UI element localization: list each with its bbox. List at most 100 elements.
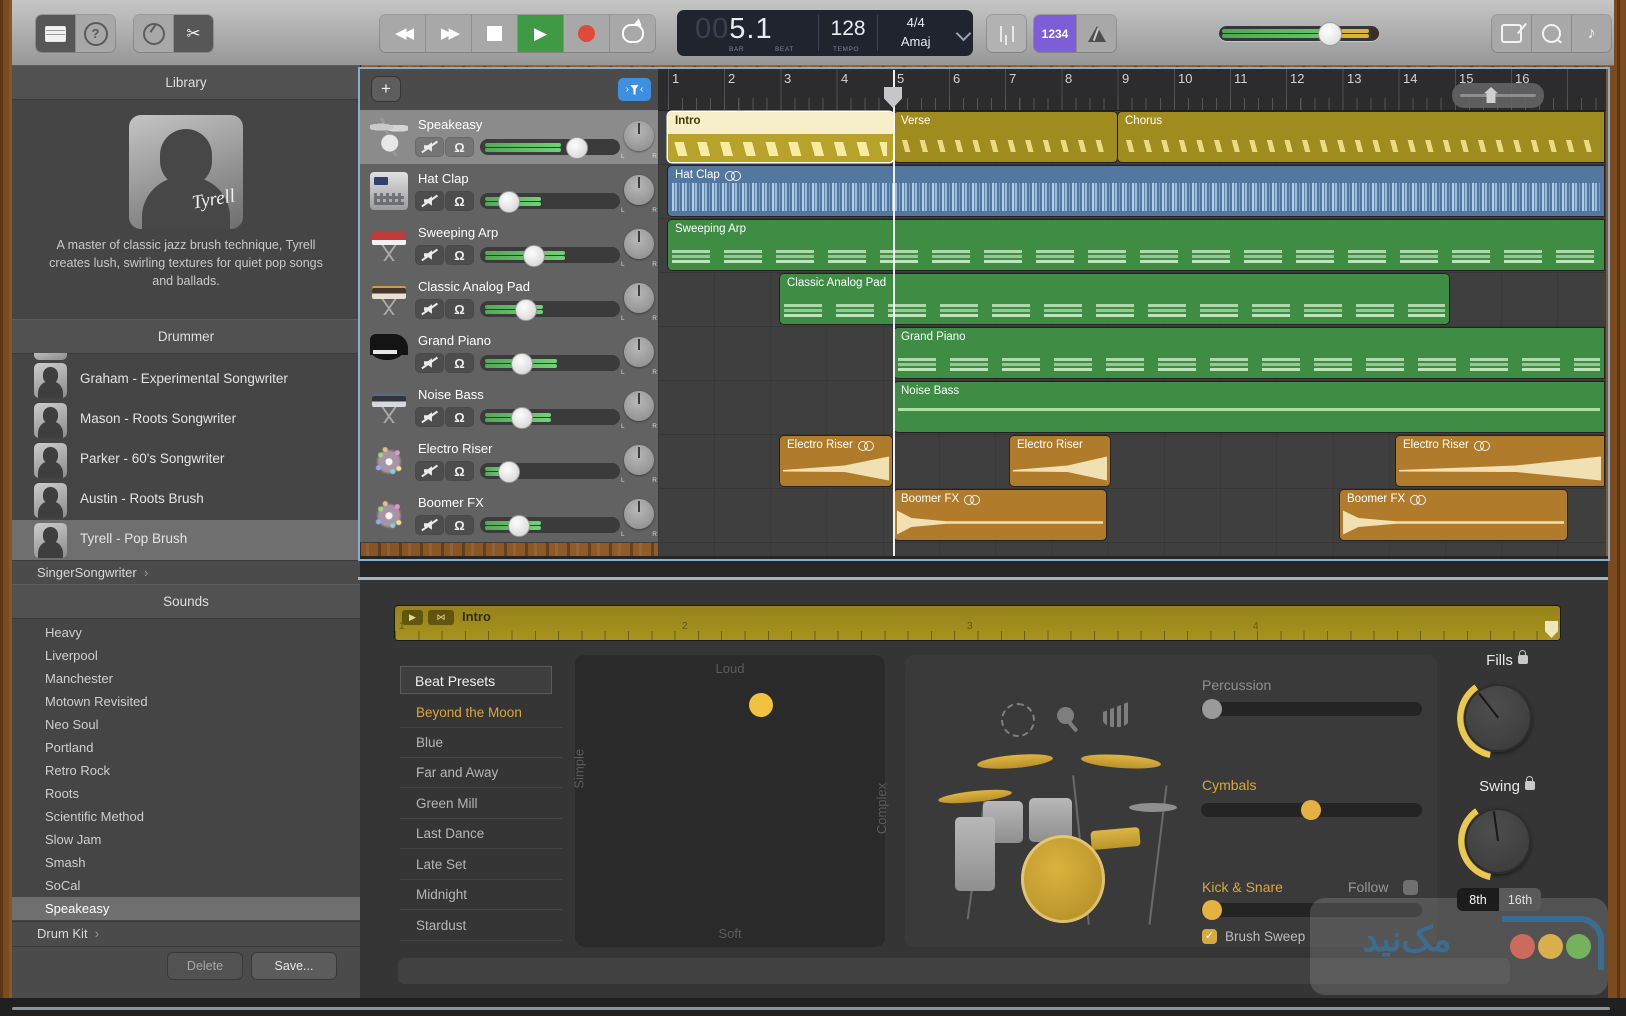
monitor-button[interactable]: Ω [446,462,473,480]
volume-knob[interactable] [508,515,530,537]
editor-button[interactable]: ✂ [174,15,213,52]
sound-item[interactable]: Scientific Method [12,805,360,828]
sound-item[interactable]: Neo Soul [12,713,360,736]
swing-knob[interactable] [1465,808,1531,874]
volume-knob[interactable] [515,299,537,321]
region-end-marker[interactable] [1545,621,1558,638]
track-header-hat-clap[interactable]: Hat Clap Ω LR [360,164,658,219]
count-in-button[interactable]: 1234 [1034,15,1077,52]
pan-knob[interactable]: LR [621,229,657,268]
add-track-button[interactable]: + [372,77,400,101]
rate-16th-button[interactable]: 16th [1499,888,1541,911]
region-verse[interactable]: Verse [894,112,1117,162]
sound-item[interactable]: Retro Rock [12,759,360,782]
sound-item-selected[interactable]: Speakeasy [12,897,360,920]
monitor-button[interactable]: Ω [446,138,473,156]
media-browser-button[interactable]: ♪ [1572,15,1611,52]
monitor-button[interactable]: Ω [446,354,473,372]
volume-slider[interactable] [480,515,620,537]
monitor-button[interactable]: Ω [446,246,473,264]
region-boomer-fx-1[interactable]: Boomer FX [894,490,1106,540]
volume-slider[interactable] [480,461,620,483]
catch-playhead-button[interactable]: › ‹ [618,78,651,101]
track-header-speakeasy[interactable]: Speakeasy Ω LR [360,110,658,165]
brush-sweep-checkbox[interactable]: ✓ [1202,929,1217,944]
mute-button[interactable] [416,516,443,534]
cycle-button[interactable] [610,15,655,52]
region-sweeping-arp[interactable]: Sweeping Arp [668,220,1604,270]
timeline-zoom-slider[interactable] [1452,83,1544,108]
pan-knob[interactable]: LR [621,337,657,376]
volume-knob[interactable] [498,191,520,213]
monitor-button[interactable]: Ω [446,192,473,210]
hi-hat[interactable] [1129,803,1177,812]
sound-item[interactable]: Liverpool [12,644,360,667]
ride-cymbal[interactable] [976,751,1054,772]
volume-slider[interactable] [480,137,620,159]
rate-8th-button[interactable]: 8th [1457,888,1499,911]
sound-item[interactable]: Roots [12,782,360,805]
volume-slider[interactable] [480,353,620,375]
rewind-button[interactable]: ◀◀ [380,15,426,52]
region-electro-riser-3[interactable]: Electro Riser [1396,436,1604,486]
volume-knob[interactable] [523,245,545,267]
cymbals-knob[interactable] [1301,800,1321,820]
preset-item[interactable]: Midnight [400,880,562,910]
editor-region-bar[interactable]: ▶ ⋈ Intro 1 2 3 4 [395,606,1560,640]
kick-drum[interactable] [1021,835,1105,923]
track-header-grand-piano[interactable]: Grand Piano Ω LR [360,326,658,381]
kick-snare-knob[interactable] [1202,900,1222,920]
metronome-button[interactable] [1077,15,1116,52]
drummer-item-mason[interactable]: Mason - Roots Songwriter [12,400,360,440]
track-header-boomer-fx[interactable]: Boomer FX Ω LR [360,488,658,543]
drummer-item-graham[interactable]: Graham - Experimental Songwriter [12,360,360,400]
note-pad-button[interactable] [1492,15,1532,52]
volume-slider[interactable] [480,299,620,321]
play-button[interactable]: ▶ [518,15,564,52]
delete-button[interactable]: Delete [168,953,242,979]
playhead[interactable] [893,70,895,556]
master-volume-knob[interactable] [1318,22,1342,46]
mute-button[interactable] [416,354,443,372]
monitor-button[interactable]: Ω [446,516,473,534]
follow-checkbox[interactable] [1403,880,1418,895]
mute-button[interactable] [416,138,443,156]
preset-item[interactable]: Late Set [400,850,562,880]
region-electro-riser-2[interactable]: Electro Riser [1010,436,1110,486]
region-chorus[interactable]: Chorus [1118,112,1604,162]
volume-knob[interactable] [511,353,533,375]
lcd-display-mode-button[interactable] [953,10,973,56]
percussion-knob[interactable] [1202,699,1222,719]
region-boomer-fx-2[interactable]: Boomer FX [1340,490,1567,540]
pan-knob[interactable]: LR [621,391,657,430]
mute-button[interactable] [416,462,443,480]
sound-item[interactable]: Heavy [12,621,360,644]
pan-knob[interactable]: LR [621,445,657,484]
record-button[interactable] [564,15,610,52]
preset-item[interactable]: Last Dance [400,819,562,849]
tambourine-icon[interactable] [1001,703,1035,737]
save-button[interactable]: Save... [252,953,336,979]
library-toggle-button[interactable] [36,15,76,52]
preset-item-selected[interactable]: Beyond the Moon [400,698,562,728]
pan-knob[interactable]: LR [621,121,657,160]
singer-songwriter-row[interactable]: SingerSongwriter › [12,560,360,586]
splash-cymbal[interactable] [1080,752,1162,771]
pan-knob[interactable]: LR [621,283,657,322]
drum-kit-row[interactable]: Drum Kit › [12,921,360,947]
snare-drum[interactable] [1090,826,1141,851]
quick-help-button[interactable]: ? [76,15,115,52]
drummer-item-austin[interactable]: Austin - Roots Brush [12,480,360,520]
handclap-icon[interactable] [1101,701,1131,727]
track-header-electro-riser[interactable]: Electro Riser Ω LR [360,434,658,489]
pan-knob[interactable]: LR [621,175,657,214]
track-header-sweeping-arp[interactable]: Sweeping Arp Ω LR [360,218,658,273]
editor-divider[interactable] [360,556,1608,577]
monitor-button[interactable]: Ω [446,300,473,318]
mute-button[interactable] [416,192,443,210]
volume-knob[interactable] [511,407,533,429]
volume-slider[interactable] [480,191,620,213]
master-volume-slider[interactable] [1219,22,1379,46]
lcd-display[interactable]: 005.1 BAR BEAT 128 TEMPO 4/4 Amaj [677,10,973,56]
forward-button[interactable]: ▶▶ [426,15,472,52]
